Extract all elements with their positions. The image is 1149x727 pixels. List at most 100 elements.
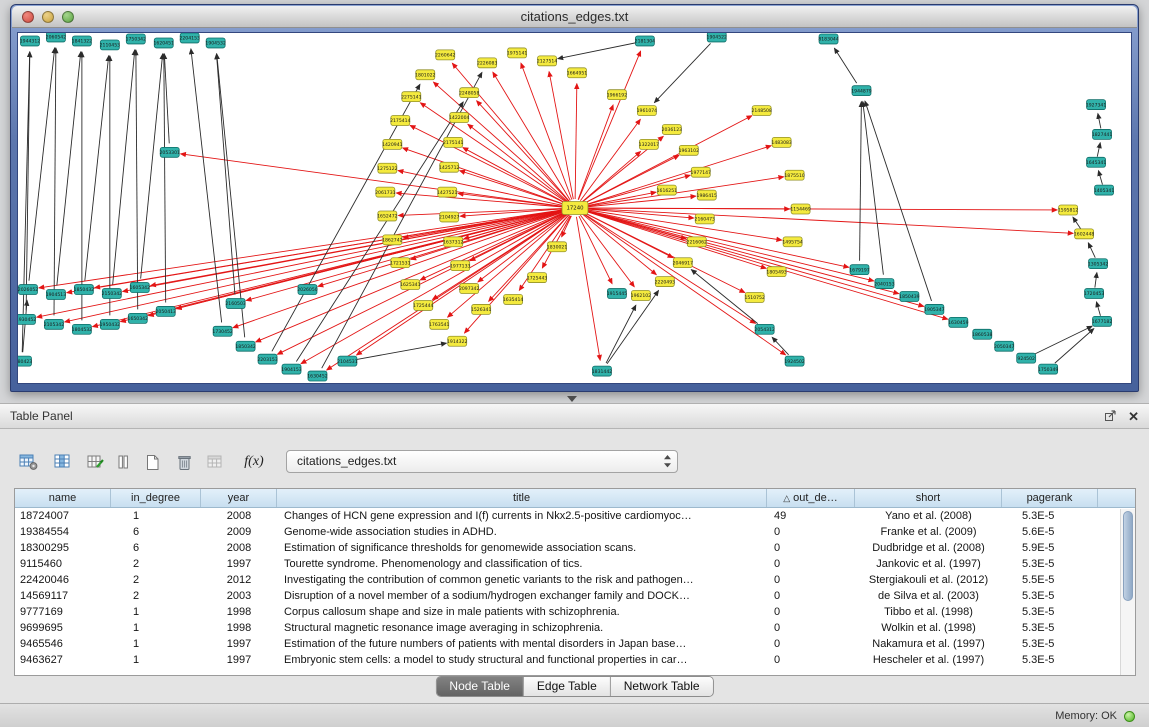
scrollbar-thumb[interactable] [1123, 511, 1133, 601]
graph-node[interactable]: 1725443 [527, 273, 548, 283]
graph-node[interactable]: 1875510 [784, 170, 805, 180]
graph-node[interactable]: 2053301 [160, 147, 181, 157]
graph-node[interactable]: 1605342 [130, 283, 151, 293]
graph-node[interactable]: 1850432 [74, 285, 95, 295]
graph-node[interactable]: 8183044 [818, 34, 839, 44]
graph-node[interactable]: 2105342 [44, 319, 65, 329]
graph-node[interactable]: 1963102 [679, 145, 700, 155]
graph-node[interactable]: 1961074 [637, 106, 658, 116]
network-view[interactable]: 1724019661921961074203612319631021977147… [18, 33, 1131, 383]
graph-node[interactable]: 2220493 [655, 277, 676, 287]
graph-node[interactable]: 1616251 [657, 185, 678, 195]
graph-node[interactable]: 2148508 [751, 106, 772, 116]
graph-node[interactable]: 1750349 [1038, 364, 1059, 374]
graph-node[interactable]: 1679197 [849, 265, 870, 275]
graph-node[interactable]: 1966192 [607, 90, 628, 100]
graph-node[interactable]: 1602448 [1074, 229, 1095, 239]
row-height-button[interactable] [112, 448, 134, 476]
vertical-scrollbar[interactable] [1120, 509, 1135, 675]
table-row[interactable]: 1872400712008Changes of HCN gene express… [15, 508, 1135, 524]
graph-node[interactable]: 1730452 [212, 326, 233, 336]
edit-table-button[interactable] [82, 448, 110, 476]
column-header-name[interactable]: name [15, 489, 111, 507]
graph-node[interactable]: 1905347 [924, 304, 945, 314]
graph-node[interactable]: 1720453 [1084, 289, 1105, 299]
graph-node[interactable]: 2275141 [401, 92, 422, 102]
graph-node[interactable]: 2060542 [46, 33, 67, 42]
graph-node[interactable]: 1860538 [972, 329, 993, 339]
import-table-button[interactable] [202, 448, 230, 476]
float-panel-icon[interactable] [1104, 409, 1117, 425]
graph-node[interactable]: 1904522 [707, 33, 728, 42]
close-button[interactable] [22, 11, 34, 23]
tab-network-table[interactable]: Network Table [610, 677, 713, 696]
graph-node[interactable]: 1914322 [447, 336, 468, 346]
graph-node[interactable]: 1625341 [400, 280, 421, 290]
graph-node[interactable]: 1924502 [784, 356, 805, 366]
graph-node[interactable]: 2127514 [537, 56, 558, 66]
graph-node[interactable]: 1763541 [429, 319, 450, 329]
graph-node[interactable]: 1725444 [413, 300, 434, 310]
graph-node[interactable]: 1305342 [1088, 259, 1109, 269]
graph-node[interactable]: 1637312 [443, 237, 464, 247]
graph-node[interactable]: 2026050 [297, 285, 318, 295]
graph-node[interactable]: 1904532 [205, 38, 226, 48]
graph-node[interactable]: 1841322 [72, 36, 93, 46]
graph-node[interactable]: 2061731 [375, 187, 396, 197]
graph-node[interactable]: 2226083 [477, 58, 498, 68]
window-titlebar[interactable]: citations_edges.txt [12, 6, 1137, 28]
graph-node[interactable]: 1930452 [18, 314, 36, 324]
graph-node[interactable]: 1904513 [46, 290, 67, 300]
graph-node[interactable]: 1831442 [592, 366, 613, 376]
graph-node[interactable]: 2050413 [156, 306, 177, 316]
column-header-in-degree[interactable]: in_degree [111, 489, 201, 507]
graph-node[interactable]: 1805493 [766, 267, 787, 277]
graph-node[interactable]: 2175141 [443, 137, 464, 147]
graph-node[interactable]: 1154469 [790, 204, 811, 214]
table-row[interactable]: 946554611997Estimation of the future num… [15, 636, 1135, 652]
graph-node[interactable]: 17240 [562, 202, 588, 215]
graph-node[interactable]: 1650342 [128, 313, 149, 323]
graph-node[interactable]: 1944312 [20, 36, 41, 46]
graph-node[interactable]: 1664951 [567, 68, 588, 78]
graph-node[interactable]: 2046917 [673, 258, 694, 268]
graph-node[interactable]: 2175414 [390, 116, 411, 126]
graph-node[interactable]: 1425712 [439, 162, 460, 172]
graph-node[interactable]: 1495754 [782, 237, 803, 247]
graph-node[interactable]: 1862742 [382, 235, 403, 245]
graph-node[interactable]: 1422004 [449, 113, 470, 123]
graph-node[interactable]: 2160503 [225, 298, 246, 308]
table-row[interactable]: 946362711997Embryonic stem cells: a mode… [15, 652, 1135, 668]
close-panel-icon[interactable]: ✕ [1128, 410, 1139, 423]
column-header-title[interactable]: title [277, 489, 767, 507]
graph-node[interactable]: 2054312 [754, 324, 775, 334]
table-row[interactable]: 1456911722003Disruption of a novel membe… [15, 588, 1135, 604]
minimize-button[interactable] [42, 11, 54, 23]
table-row[interactable]: 969969511998Structural magnetic resonanc… [15, 620, 1135, 636]
new-file-button[interactable] [138, 448, 166, 476]
graph-node[interactable]: 1652472 [377, 211, 398, 221]
graph-node[interactable]: 2104531 [337, 356, 358, 366]
graph-node[interactable]: 1483083 [771, 137, 792, 147]
graph-node[interactable]: 1322017 [639, 139, 660, 149]
graph-node[interactable]: 2026052 [18, 285, 38, 295]
graph-node[interactable]: 1526341 [471, 304, 492, 314]
show-columns-button[interactable] [48, 448, 76, 476]
graph-node[interactable]: 1904153 [281, 364, 302, 374]
graph-node[interactable]: 1630459 [948, 317, 969, 327]
column-header-pagerank[interactable]: pagerank [1002, 489, 1098, 507]
graph-node[interactable]: 1595812 [1058, 205, 1079, 215]
graph-node[interactable]: 1975141 [507, 48, 528, 58]
graph-node[interactable]: 1630452 [307, 371, 328, 381]
function-builder-button[interactable]: f(x) [240, 448, 268, 476]
table-mode-button[interactable] [14, 448, 42, 476]
graph-node[interactable]: 1986415 [697, 190, 718, 200]
graph-node[interactable]: 1827441 [1092, 129, 1113, 139]
table-row[interactable]: 977716911998Corpus callosum shape and si… [15, 604, 1135, 620]
graph-node[interactable]: 2040153 [874, 279, 895, 289]
column-header-year[interactable]: year [201, 489, 277, 507]
graph-node[interactable]: 2110453 [100, 40, 121, 50]
graph-node[interactable]: 1427521 [437, 187, 458, 197]
graph-node[interactable]: 2181304 [635, 36, 656, 46]
tab-edge-table[interactable]: Edge Table [523, 677, 610, 696]
